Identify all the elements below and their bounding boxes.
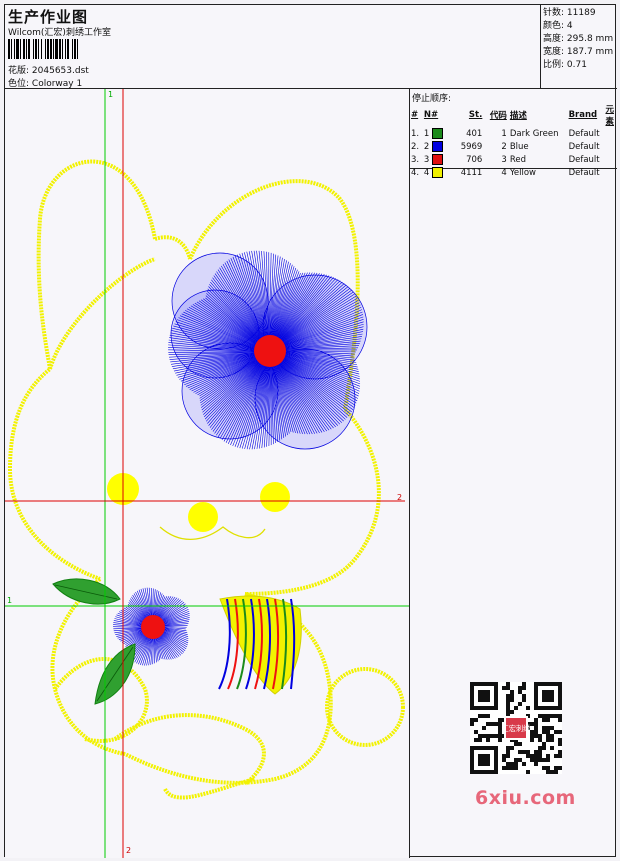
scale-row: 比例: 0.71 (543, 60, 587, 70)
row-code: 4 (501, 167, 507, 178)
row-description: Dark Green (509, 128, 559, 139)
right-eye (260, 482, 290, 512)
color-swatch (432, 167, 444, 178)
stitch-count: 11189 (566, 8, 596, 18)
col-header: # (411, 110, 419, 120)
row-element (605, 153, 617, 166)
col-header: 元素 (605, 105, 614, 127)
row-description: Red (509, 154, 526, 165)
table-row: 1. 1 401 1 Dark Green Default (411, 127, 617, 140)
scale-value: 0.71 (566, 60, 587, 70)
colorway-value: Colorway 1 (31, 79, 83, 89)
stats-panel: 针数: 11189 颜色: 4 高度: 295.8 mm 宽度: 187.7 m… (541, 5, 617, 89)
row-stitches: 706 (466, 154, 483, 165)
row-code: 1 (501, 128, 507, 139)
col-header: St. (468, 110, 483, 120)
row-index: 1. (411, 128, 420, 139)
row-brand: Default (568, 141, 600, 152)
row-stitches: 4111 (460, 167, 483, 178)
height-value: 295.8 mm (566, 34, 614, 44)
row-stitches: 401 (466, 128, 483, 139)
striped-scarf (218, 595, 302, 695)
design-file-row: 花版: 2045653.dst (8, 63, 89, 76)
color-swatch (432, 154, 444, 165)
row-index: 3. (411, 154, 420, 165)
stitch-count-row: 针数: 11189 (543, 8, 596, 18)
col-header: 描述 (509, 111, 527, 121)
stop-sequence-box: 停止顺序: # N# St. 代码 描述 Brand 元素 1. 1 401 1 Da… (410, 89, 617, 178)
row-element (605, 127, 617, 140)
row-needle: 1 (424, 127, 457, 140)
embroidery-design (5, 89, 409, 858)
guide-label-h2: 2 (397, 493, 403, 502)
watermark: 6xiu.com (475, 787, 576, 809)
barcode (8, 39, 143, 59)
color-count: 4 (566, 21, 573, 31)
table-row: 3. 3 706 3 Red Default (411, 153, 617, 166)
col-header: 代码 (489, 111, 507, 121)
colorway-row: 色位: Colorway 1 (8, 76, 82, 89)
large-flower (168, 250, 368, 450)
qr-code: 汇宏刺绣 (470, 682, 562, 774)
row-needle: 4 (424, 166, 457, 179)
seal-text: 汇宏刺绣 (502, 724, 531, 733)
height-row: 高度: 295.8 mm (543, 34, 614, 44)
row-index: 4. (411, 167, 420, 178)
row-description: Yellow (509, 167, 537, 178)
guide-label-v2: 2 (126, 846, 132, 855)
mouth (159, 526, 266, 540)
row-element (605, 140, 617, 153)
row-needle: 2 (424, 140, 457, 153)
row-code: 3 (501, 154, 507, 165)
color-swatch (432, 128, 444, 139)
row-brand: Default (568, 167, 600, 178)
guide-label-h1: 1 (7, 596, 13, 605)
table-header-row: # N# St. 代码 描述 Brand 元素 (411, 103, 617, 127)
table-row: 2. 2 5969 2 Blue Default (411, 140, 617, 153)
design-file-name: 2045653.dst (31, 66, 89, 76)
color-swatch (432, 141, 444, 152)
table-row: 4. 4 4111 4 Yellow Default (411, 166, 617, 179)
design-file-label: 花版: (8, 66, 30, 76)
company-name: Wilcom(汇宏)刺绣工作室 (8, 28, 111, 38)
row-description: Blue (509, 141, 529, 152)
row-brand: Default (568, 128, 600, 139)
colorway-label: 色位: (8, 79, 30, 89)
width-row: 宽度: 187.7 mm (543, 47, 614, 57)
row-needle: 3 (424, 153, 457, 166)
col-header: N# (423, 110, 439, 120)
row-code: 2 (501, 141, 507, 152)
stop-sequence-table: # N# St. 代码 描述 Brand 元素 1. 1 401 1 Dark Gre… (411, 103, 617, 179)
header-panel: 生产作业图 Wilcom(汇宏)刺绣工作室 花版: 2045653.dst 色位… (5, 5, 541, 89)
row-stitches: 5969 (460, 141, 483, 152)
width-value: 187.7 mm (566, 47, 614, 57)
guide-label-v1: 1 (108, 90, 114, 99)
col-header: Brand (568, 110, 598, 120)
large-flower-center (254, 335, 286, 367)
design-canvas: 1 2 1 2 (5, 89, 410, 858)
small-flower-center (141, 615, 165, 639)
row-element (605, 166, 617, 179)
nose (188, 502, 218, 532)
row-brand: Default (568, 154, 600, 165)
color-count-row: 颜色: 4 (543, 21, 573, 31)
page-title: 生产作业图 (8, 8, 89, 26)
row-index: 2. (411, 141, 420, 152)
